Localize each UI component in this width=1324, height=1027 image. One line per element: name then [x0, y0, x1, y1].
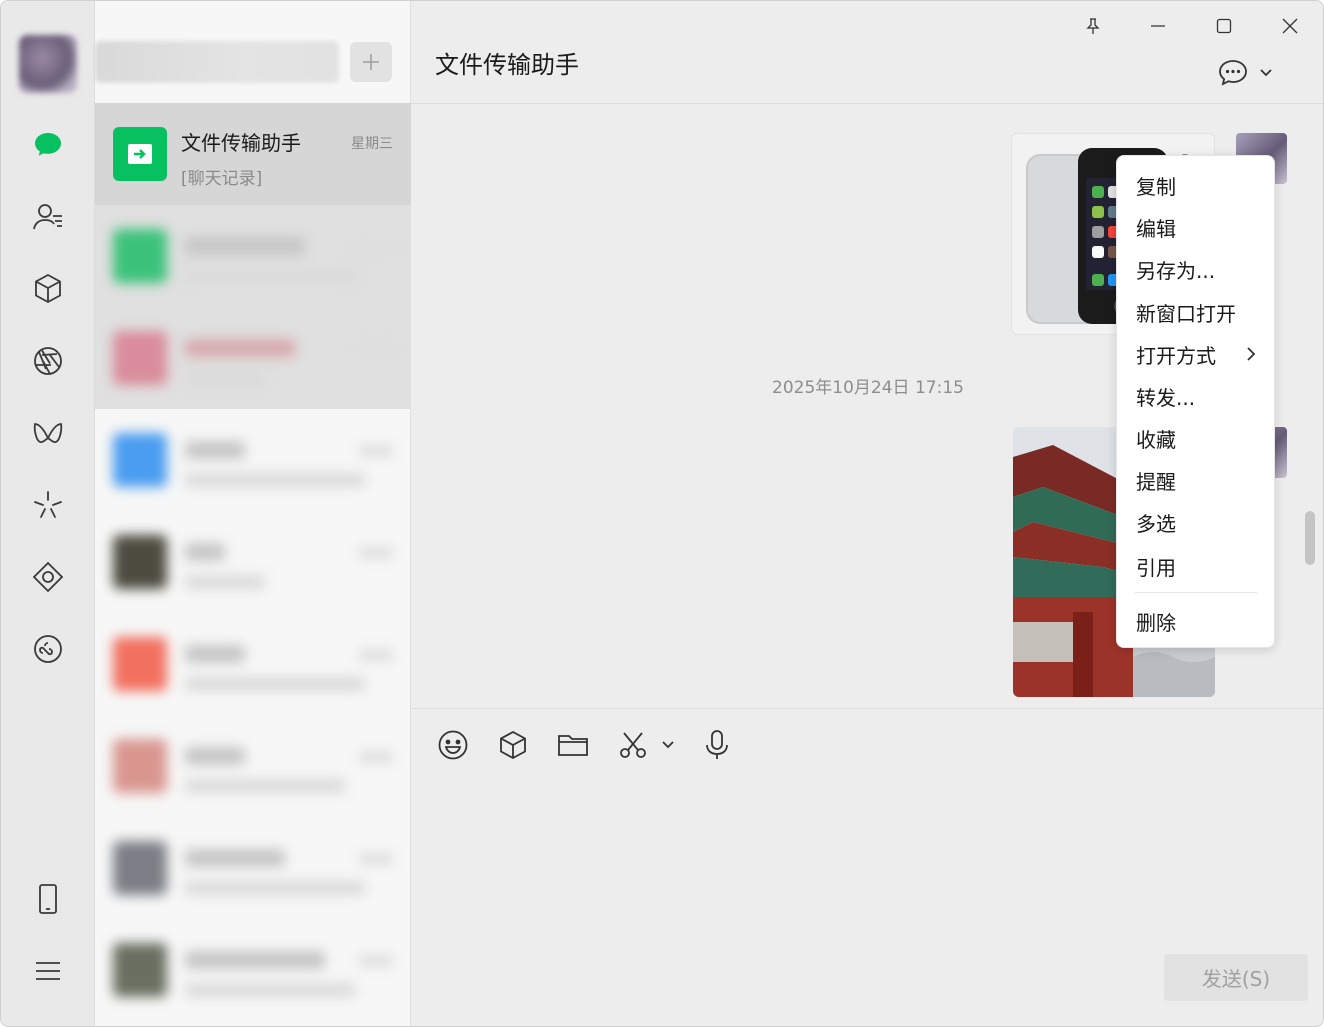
menu-icon[interactable]: [28, 951, 68, 991]
scrollbar[interactable]: [1305, 511, 1315, 565]
menu-item-open-new-window[interactable]: 新窗口打开: [1117, 292, 1276, 332]
chat-icon[interactable]: [28, 125, 68, 165]
avatar: [113, 637, 167, 691]
nav-rail: [1, 1, 95, 1026]
context-menu: 复制 编辑 另存为... 新窗口打开 打开方式 转发... 收藏 提醒 多选 引…: [1116, 155, 1275, 648]
conversation-item[interactable]: [95, 715, 411, 817]
menu-item-favorite[interactable]: 收藏: [1117, 418, 1276, 458]
chevron-down-icon: [1260, 69, 1272, 77]
conversation-item[interactable]: [95, 919, 411, 1021]
avatar: [113, 229, 167, 283]
folder-icon[interactable]: [555, 727, 591, 763]
conversation-list: 文件传输助手 星期三 [聊天记录]: [95, 1, 411, 1026]
send-button[interactable]: 发送(S): [1164, 954, 1308, 1001]
contacts-icon[interactable]: [28, 197, 68, 237]
chevron-down-icon[interactable]: [655, 727, 681, 763]
chat-header: 文件传输助手: [411, 1, 1323, 104]
moments-icon[interactable]: [28, 341, 68, 381]
menu-item-quote[interactable]: 引用: [1117, 546, 1276, 586]
menu-item-multi-select[interactable]: 多选: [1117, 502, 1276, 542]
minimize-icon[interactable]: [1143, 11, 1173, 41]
diamond-icon[interactable]: [28, 557, 68, 597]
avatar: [113, 739, 167, 793]
chevron-right-icon: [1247, 347, 1256, 361]
avatar: [113, 535, 167, 589]
menu-item-delete[interactable]: 删除: [1117, 601, 1276, 641]
miniprogram-icon[interactable]: [28, 629, 68, 669]
menu-item-open-with[interactable]: 打开方式: [1117, 334, 1276, 374]
pin-icon[interactable]: [1078, 11, 1108, 41]
emoji-icon[interactable]: [435, 727, 471, 763]
phone-icon[interactable]: [28, 879, 68, 919]
message-input[interactable]: [435, 781, 1295, 941]
channels-icon[interactable]: [28, 413, 68, 453]
conversation-time: 星期三: [351, 136, 393, 152]
close-icon[interactable]: [1275, 11, 1305, 41]
menu-item-forward[interactable]: 转发...: [1117, 376, 1276, 416]
conversation-item[interactable]: [95, 205, 411, 307]
search-input[interactable]: [95, 41, 339, 83]
menu-item-label: 打开方式: [1136, 343, 1216, 368]
menu-item-save-as[interactable]: 另存为...: [1117, 249, 1276, 289]
conversation-item[interactable]: [95, 511, 411, 613]
chat-bubble-icon: [1219, 60, 1247, 86]
plus-icon: [363, 54, 379, 70]
avatar: [113, 331, 167, 385]
cube-icon[interactable]: [495, 727, 531, 763]
menu-item-remind[interactable]: 提醒: [1117, 460, 1276, 500]
add-button[interactable]: [350, 42, 392, 82]
menu-item-copy[interactable]: 复制: [1117, 165, 1276, 205]
avatar: [113, 841, 167, 895]
menu-divider: [1135, 592, 1257, 593]
microphone-icon[interactable]: [699, 727, 735, 763]
user-avatar[interactable]: [19, 35, 77, 93]
cube-icon[interactable]: [28, 269, 68, 309]
file-transfer-icon: [113, 127, 167, 181]
menu-item-edit[interactable]: 编辑: [1117, 207, 1276, 247]
spark-icon[interactable]: [28, 485, 68, 525]
chat-title: 文件传输助手: [435, 51, 579, 79]
avatar: [113, 433, 167, 487]
scissors-icon[interactable]: [615, 727, 651, 763]
app-window: 文件传输助手 星期三 [聊天记录] 文件传输助手 2025年10月24日 17:…: [0, 0, 1324, 1027]
conversation-item[interactable]: [95, 817, 411, 919]
chat-info-button[interactable]: [1217, 53, 1289, 93]
input-toolbar: [411, 708, 1323, 778]
conversation-name: 文件传输助手: [181, 131, 301, 155]
conversation-item[interactable]: [95, 307, 411, 409]
maximize-icon[interactable]: [1209, 11, 1239, 41]
conversation-item[interactable]: [95, 409, 411, 511]
avatar: [113, 943, 167, 997]
conversation-preview: [聊天记录]: [181, 169, 263, 189]
conversation-item-file-transfer[interactable]: 文件传输助手 星期三 [聊天记录]: [95, 103, 411, 205]
conversation-item[interactable]: [95, 613, 411, 715]
